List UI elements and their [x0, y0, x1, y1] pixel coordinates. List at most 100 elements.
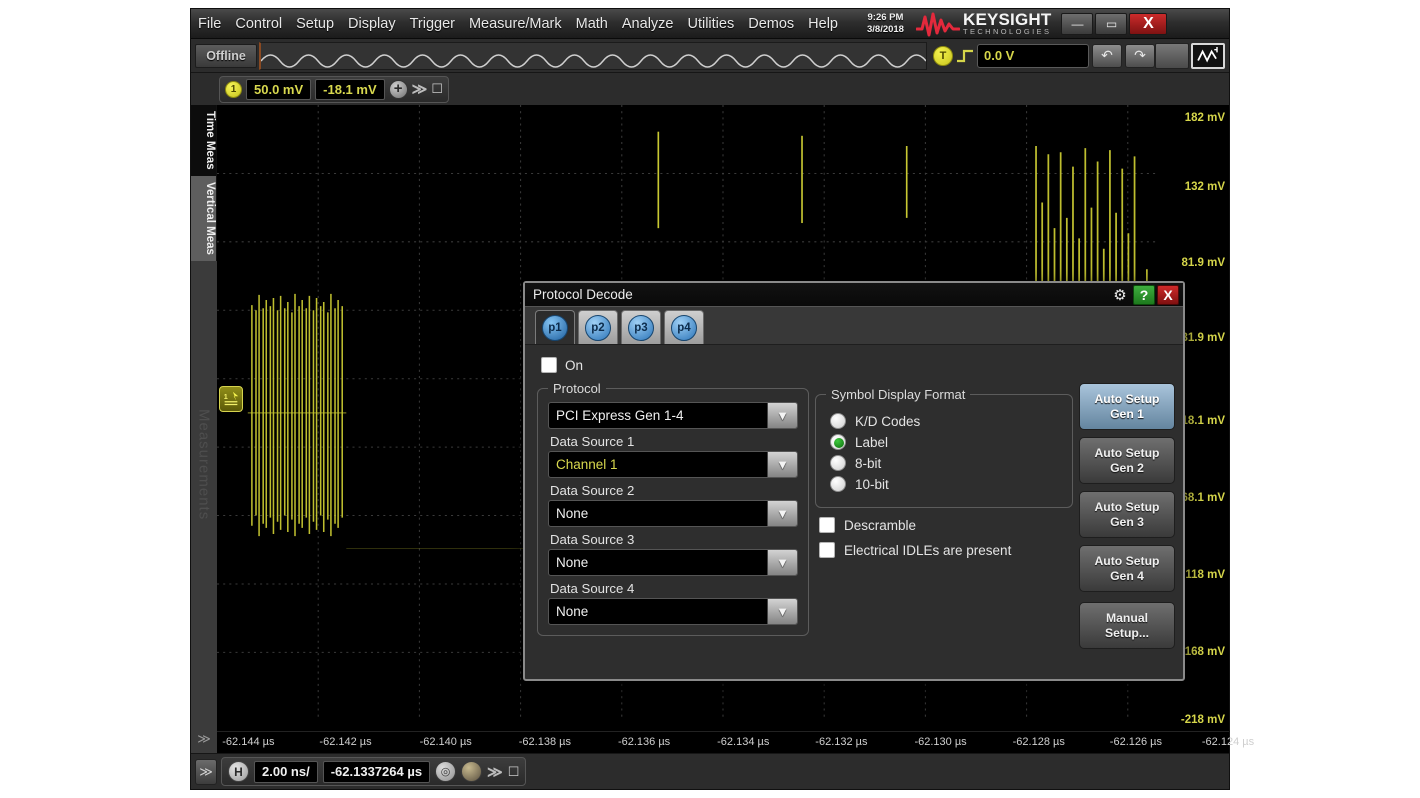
add-channel-button[interactable]: + [388, 79, 408, 99]
display-mode-button[interactable] [1155, 42, 1189, 69]
chevron-down-icon[interactable]: ▼ [767, 452, 797, 477]
descramble-checkbox-row[interactable]: Descramble [819, 517, 1073, 533]
data-source-3-select[interactable]: None ▼ [548, 549, 798, 576]
data-source-4-value: None [556, 604, 589, 619]
dialog-title-bar[interactable]: Protocol Decode ⚙ ? X [525, 283, 1183, 307]
manual-setup-button[interactable]: Manual Setup... [1079, 602, 1175, 649]
measurements-panel: Measurements [191, 260, 217, 725]
chevron-down-icon[interactable]: ▼ [767, 501, 797, 526]
window-controls: — ▭ X [1061, 12, 1171, 35]
offset-marker-icon: 1 [224, 391, 239, 406]
on-checkbox[interactable] [541, 357, 557, 373]
tab-p3-label: p3 [628, 314, 654, 341]
menu-item-help[interactable]: Help [801, 14, 845, 34]
auto-setup-gen4-line1: Auto Setup [1094, 553, 1160, 568]
channel-more-button[interactable]: ≫ [412, 80, 428, 98]
radio-label[interactable]: Label [830, 434, 1062, 450]
radio-8-bit-indicator[interactable] [830, 455, 846, 471]
data-source-1-select[interactable]: Channel 1 ▼ [548, 451, 798, 478]
menu-item-file[interactable]: File [191, 14, 228, 34]
auto-setup-gen3-button[interactable]: Auto Setup Gen 3 [1079, 491, 1175, 538]
horizontal-more-button[interactable]: ≫ [487, 763, 503, 781]
menu-item-display[interactable]: Display [341, 14, 403, 34]
main-display-area: Time Meas Vertical Meas Measurements ≫ 1… [191, 105, 1254, 753]
minimize-icon[interactable]: — [1061, 12, 1094, 35]
menu-item-utilities[interactable]: Utilities [680, 14, 741, 34]
descramble-checkbox[interactable] [819, 517, 835, 533]
maximize-icon[interactable]: ▭ [1095, 12, 1128, 35]
channel-1-offset-field[interactable]: -18.1 mV [315, 78, 385, 100]
rising-edge-icon[interactable] [956, 47, 974, 65]
help-icon[interactable]: ? [1133, 284, 1155, 305]
tab-p3[interactable]: p3 [621, 310, 661, 344]
channel-1-scale-field[interactable]: 50.0 mV [246, 78, 312, 100]
menu-item-trigger[interactable]: Trigger [403, 14, 462, 34]
data-source-2-value: None [556, 506, 589, 521]
redo-button[interactable]: ↷ [1125, 43, 1155, 68]
data-source-2-select[interactable]: None ▼ [548, 500, 798, 527]
menu-item-demos[interactable]: Demos [741, 14, 801, 34]
close-icon[interactable]: X [1129, 12, 1168, 35]
menu-item-measure-mark[interactable]: Measure/Mark [462, 14, 569, 34]
electrical-idles-label: Electrical IDLEs are present [844, 542, 1012, 558]
time-position-field[interactable]: -62.1337264 µs [322, 760, 431, 783]
dialog-left-column: On Protocol PCI Express Gen 1-4 ▼ Data S… [537, 353, 809, 669]
keysight-waveform-icon [915, 12, 960, 36]
on-checkbox-row[interactable]: On [541, 357, 809, 373]
auto-setup-gen4-button[interactable]: Auto Setup Gen 4 [1079, 545, 1175, 592]
radio-kd-codes-indicator[interactable] [830, 413, 846, 429]
auto-setup-gen1-button[interactable]: Auto Setup Gen 1 [1079, 383, 1175, 430]
radio-kd-codes[interactable]: K/D Codes [830, 413, 1062, 429]
roll-mode-icon[interactable] [461, 761, 483, 782]
time-per-division-field[interactable]: 2.00 ns/ [254, 760, 318, 783]
electrical-idles-checkbox[interactable] [819, 542, 835, 558]
channel-1-badge[interactable]: 1 [225, 80, 242, 98]
chevron-down-icon[interactable]: ▼ [767, 599, 797, 624]
undo-button[interactable]: ↶ [1092, 43, 1122, 68]
radio-10-bit-indicator[interactable] [830, 476, 846, 492]
menu-item-control[interactable]: Control [228, 14, 289, 34]
h-tick-0: -62.144 µs [222, 736, 275, 748]
acquisition-waveform-strip[interactable] [259, 41, 927, 70]
rail-expand-button[interactable]: ≫ [191, 725, 217, 753]
tab-p1[interactable]: p1 [535, 310, 575, 344]
offline-button[interactable]: Offline [195, 43, 257, 68]
horizontal-pin-icon[interactable]: ☐ [508, 764, 520, 780]
protocol-select[interactable]: PCI Express Gen 1-4 ▼ [548, 402, 798, 429]
bottom-expand-button[interactable]: ≫ [195, 758, 217, 785]
data-source-3-value: None [556, 555, 589, 570]
electrical-idles-checkbox-row[interactable]: Electrical IDLEs are present [819, 542, 1073, 558]
trigger-badge[interactable]: T [933, 45, 953, 66]
protocol-decode-dialog[interactable]: Protocol Decode ⚙ ? X p1 p2 p3 p4 On Pro… [523, 281, 1185, 681]
zoom-icon[interactable]: ◎ [435, 761, 457, 782]
channel-pin-icon[interactable]: ☐ [431, 81, 443, 97]
channel-1-offset-marker[interactable]: 1 [219, 386, 243, 413]
gear-icon[interactable]: ⚙ [1109, 285, 1131, 305]
menu-item-setup[interactable]: Setup [289, 14, 341, 34]
tab-p2[interactable]: p2 [578, 310, 618, 344]
dialog-close-icon[interactable]: X [1157, 284, 1179, 305]
svg-text:1: 1 [224, 392, 228, 401]
chevron-down-icon[interactable]: ▼ [767, 403, 797, 428]
sidebar-tab-vertical-meas[interactable]: Vertical Meas [191, 175, 217, 261]
trigger-level-field[interactable]: 0.0 V [977, 43, 1089, 68]
radio-label-indicator[interactable] [830, 434, 846, 450]
radio-10-bit[interactable]: 10-bit [830, 476, 1062, 492]
oscilloscope-window: File Control Setup Display Trigger Measu… [190, 8, 1254, 790]
horizontal-badge[interactable]: H [228, 761, 249, 782]
h-tick-3: -62.138 µs [518, 736, 571, 748]
data-source-1-label: Data Source 1 [550, 434, 635, 449]
menu-item-math[interactable]: Math [569, 14, 615, 34]
left-rail: Time Meas Vertical Meas Measurements ≫ [191, 105, 217, 753]
autoscale-icon[interactable] [1191, 42, 1225, 69]
menu-item-analyze[interactable]: Analyze [615, 14, 681, 34]
auto-setup-gen4-line2: Gen 4 [1110, 568, 1144, 583]
data-source-4-select[interactable]: None ▼ [548, 598, 798, 625]
sidebar-tab-time-meas[interactable]: Time Meas [191, 105, 217, 176]
channel-1-controls: 1 50.0 mV -18.1 mV + ≫ ☐ [219, 75, 449, 103]
symbol-display-format-legend: Symbol Display Format [831, 387, 966, 402]
radio-8-bit[interactable]: 8-bit [830, 455, 1062, 471]
auto-setup-gen2-button[interactable]: Auto Setup Gen 2 [1079, 437, 1175, 484]
tab-p4[interactable]: p4 [664, 310, 704, 344]
chevron-down-icon[interactable]: ▼ [767, 550, 797, 575]
